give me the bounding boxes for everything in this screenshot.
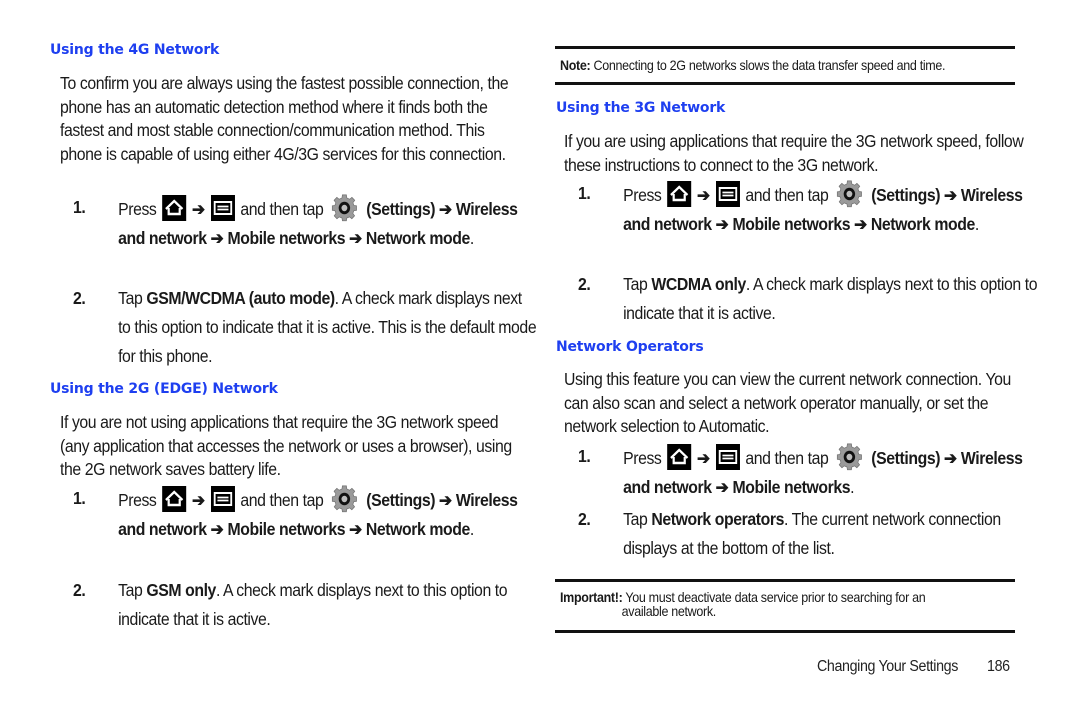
option-name: GSM/WCDMA (auto mode) [146, 288, 335, 308]
menu-icon [715, 181, 740, 207]
settings-gear-icon [835, 179, 864, 209]
step-number: 1. [73, 488, 86, 508]
home-icon [162, 195, 187, 221]
period: . [850, 477, 855, 497]
note-bottom-rule [555, 82, 1015, 85]
arrow: ➔ [696, 185, 710, 205]
settings-label: (Settings) ➔ [366, 490, 452, 510]
home-icon [162, 486, 187, 512]
menu-icon [715, 444, 740, 470]
step-number: 2. [73, 288, 86, 308]
important-label: Important!: [560, 590, 623, 605]
heading-network-operators: Network Operators [556, 339, 704, 355]
important-text-line2: available network. [621, 604, 717, 619]
settings-gear-icon [835, 442, 864, 472]
period: . [974, 214, 979, 234]
tap-label: Tap [623, 509, 648, 529]
paragraph-operators-intro: Using this feature you can view the curr… [564, 369, 1011, 436]
arrow: ➔ [696, 448, 710, 468]
then-tap-label: and then tap [745, 185, 829, 205]
important-bottom-rule [555, 630, 1015, 633]
period: . [469, 519, 474, 539]
note-text: Connecting to 2G networks slows the data… [590, 58, 946, 73]
settings-label: (Settings) ➔ [366, 199, 452, 219]
step-number: 1. [578, 183, 591, 203]
press-label: Press [118, 490, 157, 510]
press-label: Press [623, 448, 662, 468]
menu-icon [210, 195, 235, 221]
arrow: ➔ [191, 490, 205, 510]
heading-4g-network: Using the 4G Network [50, 42, 220, 58]
option-name: Network operators [651, 509, 785, 529]
home-icon [667, 444, 692, 470]
important-text-line1: You must deactivate data service prior t… [622, 590, 926, 605]
tap-label: Tap [623, 274, 648, 294]
note-label: Note: [560, 58, 591, 73]
settings-label: (Settings) ➔ [871, 448, 957, 468]
heading-3g-network: Using the 3G Network [556, 100, 726, 116]
footer-section-title: Changing Your Settings [817, 658, 958, 675]
press-label: Press [118, 199, 157, 219]
settings-gear-icon [330, 484, 359, 514]
paragraph-4g-intro: To confirm you are always using the fast… [60, 73, 509, 164]
paragraph-2g-intro: If you are not using applications that r… [60, 412, 512, 479]
menu-icon [210, 486, 235, 512]
step-number: 1. [73, 197, 86, 217]
then-tap-label: and then tap [745, 448, 829, 468]
paragraph-3g-intro: If you are using applications that requi… [564, 131, 1024, 175]
home-icon [667, 181, 692, 207]
tap-label: Tap [118, 288, 143, 308]
note-top-rule [555, 46, 1015, 49]
tap-label: Tap [118, 580, 143, 600]
important-box: Important!: You must deactivate data ser… [560, 590, 926, 619]
then-tap-label: and then tap [240, 490, 324, 510]
option-name: WCDMA only [651, 274, 746, 294]
step-number: 2. [578, 274, 591, 294]
step-number: 1. [578, 446, 591, 466]
settings-label: (Settings) ➔ [871, 185, 957, 205]
period: . [469, 228, 474, 248]
option-name: GSM only [146, 580, 216, 600]
page-number: 186 [987, 658, 1010, 675]
press-label: Press [623, 185, 662, 205]
heading-2g-network: Using the 2G (EDGE) Network [50, 381, 278, 397]
step-number: 2. [578, 509, 591, 529]
step-number: 2. [73, 580, 86, 600]
then-tap-label: and then tap [240, 199, 324, 219]
note-box: Note: Connecting to 2G networks slows th… [560, 58, 946, 73]
settings-gear-icon [330, 193, 359, 223]
arrow: ➔ [191, 199, 205, 219]
important-top-rule [555, 579, 1015, 582]
